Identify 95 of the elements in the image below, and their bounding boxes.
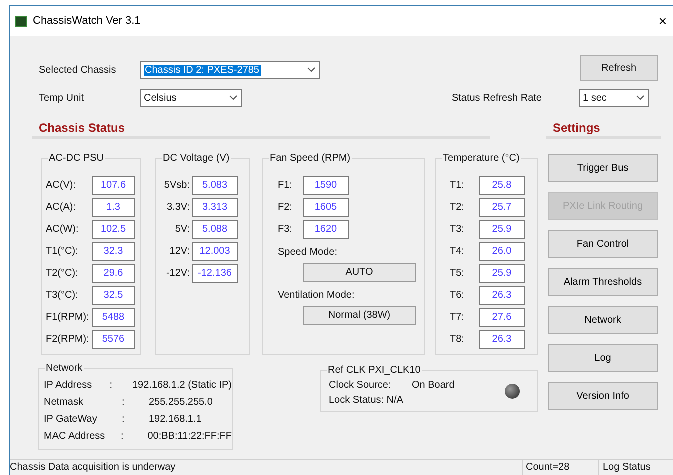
value-field: 107.6 — [92, 176, 135, 195]
mode-field: AUTO — [303, 263, 416, 282]
value-field: 12.003 — [192, 242, 238, 261]
value-field: 25.9 — [479, 264, 525, 283]
field-label: F3: — [277, 223, 294, 237]
field-label: T2(°C): — [45, 267, 80, 281]
chevron-icon — [636, 95, 645, 101]
lock-status-text: Lock Status: N/A — [329, 394, 404, 408]
field-label: T4: — [449, 245, 466, 259]
value-field: 32.5 — [92, 286, 135, 305]
value-field: 26.3 — [479, 330, 525, 349]
field-value: 192.168.1.1 — [149, 413, 202, 427]
group-title: Ref CLK PXI_CLK10 — [327, 363, 422, 378]
field-label: AC(V): — [45, 179, 77, 193]
section-heading: Chassis Status — [38, 121, 126, 135]
temp-unit-dropdown[interactable]: Celsius — [140, 89, 242, 107]
field-label: F2(RPM): — [45, 333, 90, 347]
field-label: T8: — [449, 333, 466, 347]
field-label: T1(°C): — [45, 245, 80, 259]
separator-text: : — [122, 396, 126, 410]
field-value: 192.168.1.2 (Static IP) — [132, 379, 232, 393]
refresh-button[interactable]: Refresh — [580, 55, 658, 81]
field-label: T2: — [449, 201, 466, 215]
value-field: 5576 — [92, 330, 135, 349]
separator-text: : — [122, 413, 126, 427]
field-label: 12V: — [168, 245, 191, 259]
value-field: 102.5 — [92, 220, 135, 239]
mode-field: Normal (38W) — [303, 306, 416, 325]
value-field: 26.0 — [479, 242, 525, 261]
settings-button[interactable]: Version Info — [548, 382, 658, 410]
chassis-dropdown[interactable]: Chassis ID 2: PXES-2785 — [140, 61, 320, 79]
field-label: T5: — [449, 267, 466, 281]
field-label: T1: — [449, 179, 466, 193]
field-label: IP GateWay — [44, 413, 98, 427]
field-label: 5V: — [174, 223, 191, 237]
refresh-rate-dropdown[interactable]: 1 sec — [579, 89, 649, 107]
group-title: DC Voltage (V) — [162, 151, 231, 166]
chevron-icon — [307, 67, 316, 73]
settings-button[interactable]: Fan Control — [548, 230, 658, 258]
group-title: Fan Speed (RPM) — [269, 151, 352, 166]
app-icon — [15, 16, 27, 26]
field-label: Selected Chassis — [38, 64, 118, 78]
field-label: -12V: — [165, 267, 191, 281]
value-field: 5.088 — [192, 220, 238, 239]
value-field: 3.313 — [192, 198, 238, 217]
value-field: 1605 — [303, 198, 349, 217]
field-label: T6: — [449, 289, 466, 303]
field-label: IP Address — [44, 379, 94, 393]
field-label: Netmask — [44, 396, 84, 410]
field-value: 255.255.255.0 — [149, 396, 213, 410]
close-button[interactable]: × — [658, 10, 667, 32]
value-field: 1.3 — [92, 198, 135, 217]
value-field: 1620 — [303, 220, 349, 239]
field-value: On Board — [412, 379, 455, 393]
value-field: 5488 — [92, 308, 135, 327]
value-field: 25.7 — [479, 198, 525, 217]
group-title: Temperature (°C) — [442, 151, 521, 166]
value-field: 1590 — [303, 176, 349, 195]
field-label: Clock Source: — [329, 379, 392, 393]
value-field: -12.136 — [192, 264, 238, 283]
settings-button[interactable]: Log — [548, 344, 658, 372]
value-field: 29.6 — [92, 264, 135, 283]
section-heading: Settings — [552, 121, 602, 135]
count-text: Count=28 — [522, 459, 598, 475]
value-field: 5.083 — [192, 176, 238, 195]
value-field: 26.3 — [479, 286, 525, 305]
field-label: MAC Address — [44, 430, 106, 444]
field-label: Speed Mode: — [277, 246, 338, 260]
chevron-icon — [229, 95, 238, 101]
field-label: 5Vsb: — [163, 179, 191, 193]
field-label: Temp Unit — [38, 92, 86, 106]
field-label: F2: — [277, 201, 294, 215]
settings-button[interactable]: Alarm Thresholds — [548, 268, 658, 296]
settings-button[interactable]: Network — [548, 306, 658, 334]
field-label: AC(A): — [45, 201, 77, 215]
field-label: T3: — [449, 223, 466, 237]
field-label: T7: — [449, 311, 466, 325]
value-field: 32.3 — [92, 242, 135, 261]
separator-text: : — [121, 430, 125, 444]
field-label: F1: — [277, 179, 294, 193]
field-value: 00:BB:11:22:FF:FF — [148, 430, 232, 444]
field-label: AC(W): — [45, 223, 80, 237]
field-label: F1(RPM): — [45, 311, 90, 325]
separator-text: : — [110, 379, 114, 393]
value-field: 27.6 — [479, 308, 525, 327]
log-status-text: Log Status — [598, 459, 673, 475]
field-label: Status Refresh Rate — [452, 92, 542, 106]
field-label: T3(°C): — [45, 289, 80, 303]
status-message: Chassis Data acquisition is underway — [10, 459, 522, 475]
value-field: 25.8 — [479, 176, 525, 195]
value-field: 25.9 — [479, 220, 525, 239]
field-label: Ventilation Mode: — [277, 289, 356, 303]
window-title: ChassisWatch Ver 3.1 — [33, 14, 141, 29]
settings-button[interactable]: Trigger Bus — [548, 154, 658, 182]
field-label: 3.3V: — [166, 201, 191, 215]
